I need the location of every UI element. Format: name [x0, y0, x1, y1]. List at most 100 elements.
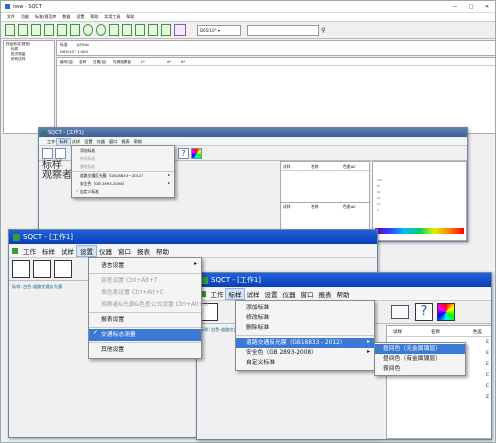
w3-menu-window[interactable]: 窗口 — [115, 246, 134, 256]
w3-menu-color-system[interactable]: 表色系设置 Ctrl+Alt+C — [89, 287, 201, 299]
w2-menu-standard[interactable]: 标样 — [56, 137, 71, 146]
w2-menu-custom-standard[interactable]: ✓ 自定义标准 — [72, 188, 174, 196]
bg-menu-help2[interactable]: 帮助 — [123, 14, 137, 20]
w3-menu-tolerance[interactable]: 容差设置 Ctrl+Alt+T — [89, 275, 201, 287]
w4-menu-settings[interactable]: 设置 — [262, 289, 280, 299]
w4-menu-help[interactable]: 帮助 — [334, 289, 352, 299]
export-icon[interactable] — [57, 24, 67, 36]
w4-menu-custom-standard[interactable]: 自定义标准 — [236, 358, 374, 368]
y-tick: 0 — [377, 209, 379, 212]
check-icon: ✓ — [76, 188, 80, 193]
w4-menu-safety-color[interactable]: 安全色（GB 2893-2008） ▸ — [236, 348, 374, 358]
check-icon: ✓ — [93, 330, 98, 336]
open-icon[interactable] — [18, 24, 28, 36]
help-icon[interactable]: ? — [178, 147, 189, 159]
color-icon[interactable] — [437, 303, 455, 321]
grid-header: 色差ΔE — [343, 204, 356, 209]
star-icon[interactable] — [174, 24, 186, 36]
calibrate-icon[interactable] — [109, 24, 119, 36]
w4-menu-night-color[interactable]: 夜间色 — [375, 364, 465, 374]
sheet-icon[interactable] — [42, 147, 53, 159]
w2-menu-add-standard[interactable]: 添加标准 — [72, 147, 174, 155]
w3-menu-settings[interactable]: 设置 — [76, 245, 97, 257]
w2-menu-help[interactable]: 帮助 — [132, 139, 144, 145]
w2-menu-delete-standard[interactable]: 删除标准 — [72, 163, 174, 171]
w4-menu-window[interactable]: 窗口 — [298, 289, 316, 299]
w3-menu-language[interactable]: 语言设置 ▸ — [89, 260, 201, 272]
w2-menu-report[interactable]: 报表 — [119, 139, 131, 145]
grid-icon[interactable] — [44, 24, 54, 36]
sheet-icon[interactable] — [12, 260, 30, 278]
new-doc-icon[interactable] — [5, 24, 15, 36]
w2-big-label: 标样 观察者 — [42, 161, 72, 181]
w3-status-text: 标样: 白色·道路交通反光膜 — [12, 284, 63, 289]
bg-menu-library[interactable]: 标准/规范库 — [32, 14, 59, 20]
w3-menu-observer[interactable]: 观察者&光源&色差公式设置 Ctrl+Alt+O — [89, 299, 208, 311]
grid-cell: E — [486, 340, 489, 345]
w2-menu-window[interactable]: 窗口 — [107, 139, 119, 145]
w3-menu-standard[interactable]: 标样 — [39, 246, 58, 256]
import-icon[interactable] — [70, 24, 80, 36]
w4-menu-work[interactable]: 工作 — [208, 289, 226, 299]
w4-menu-sample[interactable]: 试样 — [244, 289, 262, 299]
w4-title-bar: SQCT - [工作1] — [197, 273, 491, 287]
w3-menu-sample[interactable]: 试样 — [58, 246, 77, 256]
w2-menu-edit-standard[interactable]: 修改标准 — [72, 155, 174, 163]
sheet-icon[interactable] — [33, 260, 51, 278]
w2-menu-safety-color[interactable]: 安全色（GB 2893-2008） ▸ — [72, 180, 174, 188]
sheet-icon[interactable] — [55, 147, 66, 159]
color-icon[interactable] — [191, 147, 202, 159]
w3-menu-work[interactable]: 工作 — [20, 246, 39, 256]
w2-menu-work[interactable]: 工作 — [39, 139, 57, 145]
grid-cell: E — [486, 351, 489, 356]
minimize-button[interactable]: — — [447, 4, 463, 10]
w4-menu-delete-standard[interactable]: 删除标准 — [236, 323, 374, 333]
w4-menu-edit-standard[interactable]: 修改标准 — [236, 313, 374, 323]
bg-menu-function[interactable]: 功能 — [18, 14, 32, 20]
bg-toolbar: D65/10° ▾ ⚲ — [1, 22, 495, 39]
w2-menu-settings[interactable]: 设置 — [82, 139, 94, 145]
w4-menu-day-no-metal[interactable]: 昼间色（无金属镀层） — [375, 344, 465, 354]
compare-icon[interactable] — [135, 24, 145, 36]
w3-settings-menu: 语言设置 ▸ 容差设置 Ctrl+Alt+T 表色系设置 Ctrl+Alt+C … — [88, 257, 208, 359]
search-input[interactable] — [247, 24, 319, 36]
bg-menu-file[interactable]: 文件 — [1, 14, 18, 20]
print-icon[interactable] — [391, 305, 409, 319]
print-icon[interactable] — [161, 24, 171, 36]
help-icon[interactable]: ? — [415, 303, 433, 321]
w2-menu-instrument[interactable]: 仪器 — [95, 139, 107, 145]
measure-icon[interactable] — [83, 24, 93, 36]
w3-menu-report[interactable]: 报表 — [134, 246, 153, 256]
w4-menu-standard[interactable]: 标样 — [225, 288, 245, 300]
w3-menu-instrument[interactable]: 仪器 — [96, 246, 115, 256]
bg-menu-tools[interactable]: 实用工具 — [101, 14, 123, 20]
w3-menu-other-settings[interactable]: 其他设置 — [89, 344, 201, 356]
target-icon[interactable] — [96, 24, 106, 36]
w3-menu-report-settings[interactable]: 报表设置 — [89, 314, 201, 326]
search-icon[interactable]: ⚲ — [321, 27, 325, 34]
close-button[interactable]: ✕ — [479, 4, 495, 10]
w4-menu-add-standard[interactable]: 添加标准 — [236, 303, 374, 313]
standard-grid: 标准 JiZVsb D65/10° 1.000 — [56, 40, 495, 56]
w2-menu-road-film[interactable]: 道路交通反光膜（GB18833－2012） ▸ — [72, 172, 174, 180]
chart-icon[interactable] — [122, 24, 132, 36]
delete-icon[interactable] — [148, 24, 158, 36]
w4-menu-report[interactable]: 报表 — [316, 289, 334, 299]
w3-menu-help[interactable]: 帮助 — [153, 246, 172, 256]
w4-menu-day-metal[interactable]: 昼间色（有金属镀层） — [375, 354, 465, 364]
w2-menu-sample[interactable]: 试样 — [70, 139, 82, 145]
bg-menu-settings[interactable]: 设置 — [73, 14, 87, 20]
app-icon — [13, 233, 20, 241]
sheet-icon[interactable] — [54, 260, 72, 278]
app-icon — [12, 248, 18, 254]
illuminant-combo[interactable]: D65/10° ▾ — [197, 24, 241, 36]
w4-menu-instrument[interactable]: 仪器 — [280, 289, 298, 299]
tree-item[interactable]: 所有试样 — [6, 57, 52, 62]
w4-menu-road-film[interactable]: 道路交通反光膜（GB18833 - 2012） ▸ — [236, 338, 374, 348]
safety-color-label: 安全色（GB 2893-2008） — [80, 181, 127, 186]
w3-menu-traffic-sign[interactable]: ✓ 交通标志测量 — [89, 329, 201, 341]
bg-menu-help[interactable]: 帮助 — [87, 14, 101, 20]
maximize-button[interactable]: □ — [463, 4, 479, 10]
bg-menu-data[interactable]: 数据 — [59, 14, 73, 20]
list-icon[interactable] — [31, 24, 41, 36]
